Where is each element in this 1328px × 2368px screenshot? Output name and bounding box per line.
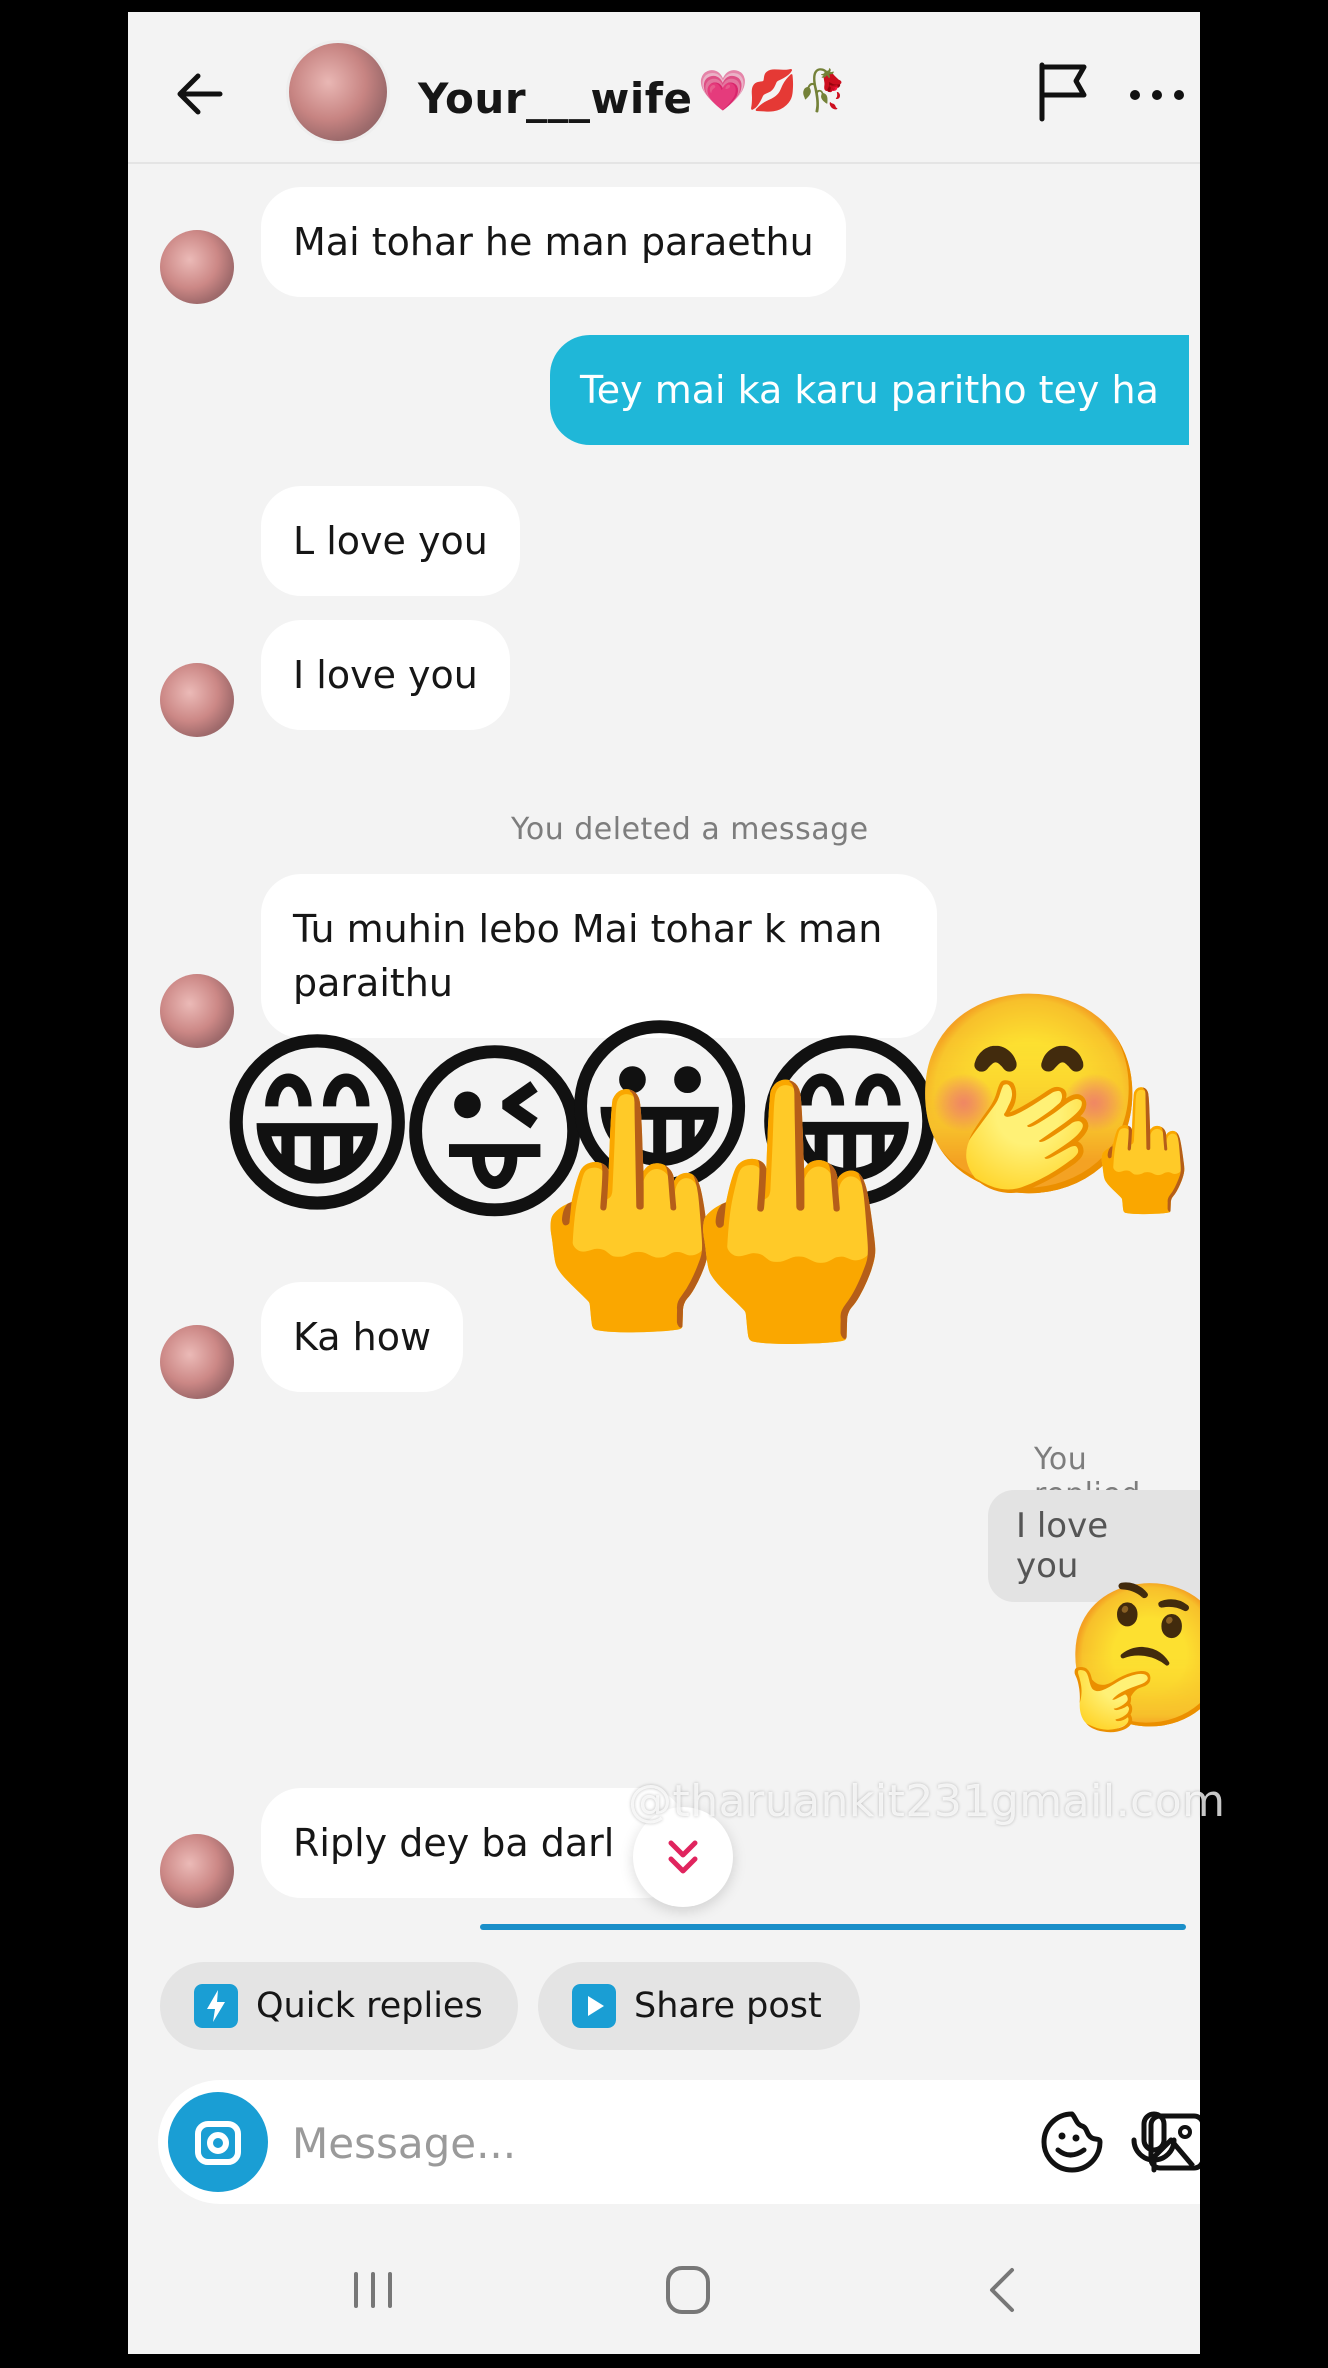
- message-bubble-incoming[interactable]: Ka how: [261, 1282, 464, 1392]
- play-icon: [572, 1984, 616, 2028]
- middle-finger-emoji: 🖕: [633, 1066, 945, 1357]
- grin-emoji: 😁: [213, 1010, 422, 1243]
- camera-icon: [195, 2121, 241, 2165]
- home-icon[interactable]: [653, 2260, 723, 2320]
- message-bubble-incoming[interactable]: L love you: [261, 486, 520, 596]
- back-arrow-icon[interactable]: [168, 62, 232, 126]
- message-bubble-incoming[interactable]: Riply dey ba darl: [261, 1788, 685, 1898]
- microphone-icon[interactable]: [1120, 2108, 1188, 2176]
- more-icon[interactable]: [1123, 70, 1193, 120]
- share-post-label: Share post: [634, 1986, 822, 2026]
- chat-screen: Your___wife 💗💋🥀 Mai tohar he man paraeth…: [128, 12, 1200, 2354]
- new-message-indicator: [480, 1924, 1186, 1930]
- message-line: Tu muhin lebo Mai tohar k man: [293, 907, 883, 951]
- message-input[interactable]: [290, 2110, 794, 2176]
- chat-header: Your___wife 💗💋🥀: [128, 12, 1200, 164]
- middle-finger-emoji: 🖕: [1068, 1082, 1200, 1221]
- message-bubble-incoming[interactable]: I love you: [261, 620, 510, 730]
- deleted-message-notice: You deleted a message: [511, 812, 869, 847]
- flag-icon[interactable]: [1028, 57, 1098, 127]
- sender-avatar[interactable]: [160, 230, 234, 304]
- watermark-text: @tharuankit231gmail.com: [628, 1776, 1226, 1827]
- recent-apps-icon[interactable]: [338, 2260, 408, 2320]
- share-post-button[interactable]: Share post: [538, 1962, 860, 2050]
- header-avatar[interactable]: [286, 40, 390, 144]
- title-emoji: 💗💋🥀: [698, 68, 848, 114]
- sender-avatar[interactable]: [160, 1834, 234, 1908]
- quick-replies-label: Quick replies: [256, 1986, 483, 2026]
- thinking-emoji[interactable]: 🤔: [1063, 1587, 1200, 1727]
- message-bubble-outgoing[interactable]: Tey mai ka karu paritho tey ha: [550, 335, 1189, 445]
- lightning-icon: [194, 1984, 238, 2028]
- chat-title[interactable]: Your___wife: [418, 74, 692, 123]
- sender-avatar[interactable]: [160, 1325, 234, 1399]
- message-bubble-incoming[interactable]: Mai tohar he man paraethu: [261, 187, 846, 297]
- back-nav-icon[interactable]: [968, 2260, 1038, 2320]
- system-navigation-bar: [128, 2230, 1200, 2354]
- quick-replies-button[interactable]: Quick replies: [160, 1962, 518, 2050]
- message-composer: [158, 2080, 1200, 2204]
- camera-button[interactable]: [168, 2092, 268, 2192]
- sticker-icon[interactable]: [1038, 2108, 1106, 2176]
- sender-avatar[interactable]: [160, 663, 234, 737]
